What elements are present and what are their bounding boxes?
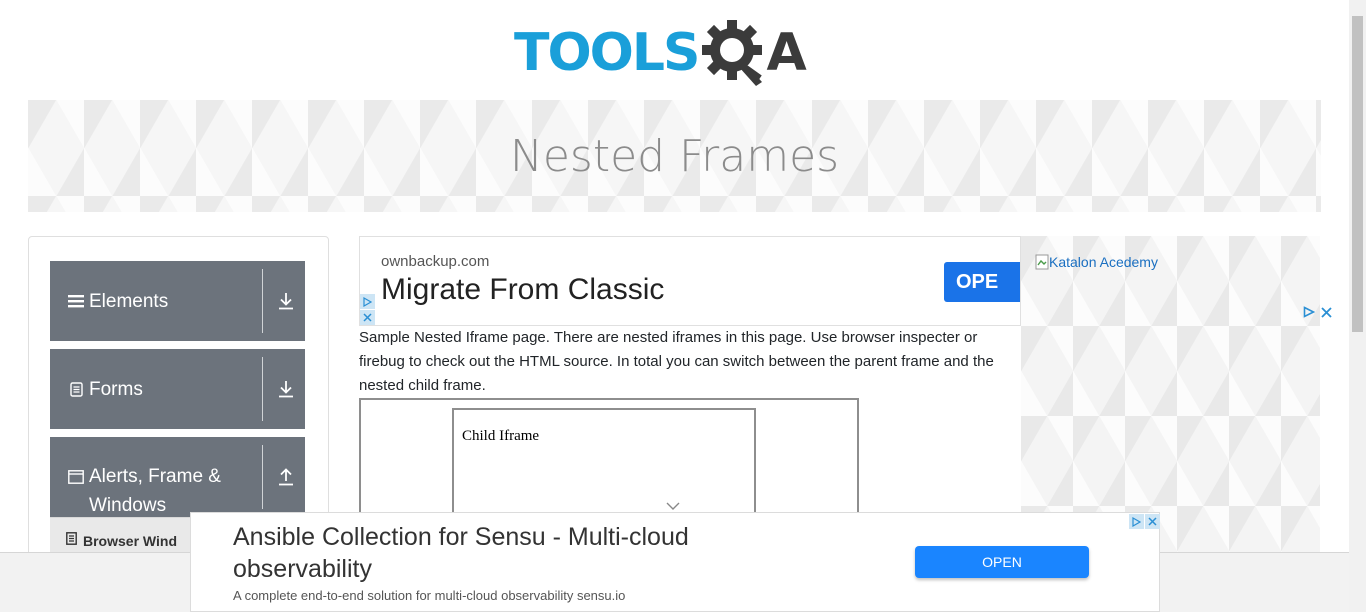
page-banner: Nested Frames: [28, 100, 1321, 212]
divider: [262, 357, 263, 421]
close-icon[interactable]: [360, 310, 375, 325]
download-icon[interactable]: [276, 291, 296, 311]
vertical-scrollbar[interactable]: [1349, 0, 1366, 612]
close-icon[interactable]: [1321, 305, 1332, 323]
sidebar-group-elements[interactable]: Elements: [50, 261, 305, 341]
top-ad[interactable]: ownbackup.com Migrate From Classic OPE: [359, 236, 1021, 326]
child-iframe[interactable]: Child Iframe: [452, 408, 756, 528]
ad-subtitle: A complete end-to-end solution for multi…: [233, 588, 626, 603]
logo-text-a: A: [766, 23, 806, 83]
ad-open-button[interactable]: OPE: [944, 262, 1020, 302]
sidebar-item-label: Browser Wind: [83, 533, 177, 549]
ad-domain: ownbackup.com: [381, 253, 490, 270]
sidebar-group-forms[interactable]: Forms: [50, 349, 305, 429]
download-icon[interactable]: [276, 379, 296, 399]
page: TOOLS A Nested Frames Elements Forms Ale…: [0, 0, 1366, 612]
divider: [262, 445, 263, 509]
toolsqa-logo[interactable]: TOOLS A: [514, 14, 807, 93]
child-iframe-text: Child Iframe: [462, 428, 540, 444]
divider: [262, 269, 263, 333]
broken-image[interactable]: Katalon Acedemy: [1035, 254, 1158, 275]
page-description: Sample Nested Iframe page. There are nes…: [359, 329, 994, 394]
close-icon[interactable]: [1145, 514, 1160, 529]
image-alt-text: Katalon Acedemy: [1049, 254, 1158, 270]
window-icon: [67, 468, 85, 486]
adchoices-icon[interactable]: [1303, 305, 1316, 323]
hamburger-icon: [67, 292, 85, 310]
logo-text-tools: TOOLS: [514, 23, 700, 83]
sidebar-group-label: Forms: [89, 378, 143, 400]
gear-magnifier-icon: [702, 14, 768, 93]
scrollbar-thumb[interactable]: [1352, 16, 1363, 332]
ad-open-button[interactable]: OPEN: [915, 546, 1089, 578]
sidebar-group-alerts-frame-windows[interactable]: Alerts, Frame & Windows: [50, 437, 305, 517]
bottom-ad[interactable]: Ansible Collection for Sensu - Multi-clo…: [190, 512, 1160, 612]
parent-iframe[interactable]: Child Iframe: [359, 398, 859, 528]
page-title: Nested Frames: [509, 130, 840, 182]
adchoices-icon[interactable]: [360, 294, 375, 309]
ad-title[interactable]: Ansible Collection for Sensu - Multi-clo…: [233, 521, 793, 585]
sidebar-group-label: Elements: [89, 290, 169, 312]
document-icon: [66, 532, 77, 550]
ad-title[interactable]: Migrate From Classic: [381, 273, 664, 307]
upload-icon[interactable]: [276, 467, 296, 487]
adchoices-icon[interactable]: [1129, 514, 1144, 529]
document-icon: [67, 380, 85, 398]
